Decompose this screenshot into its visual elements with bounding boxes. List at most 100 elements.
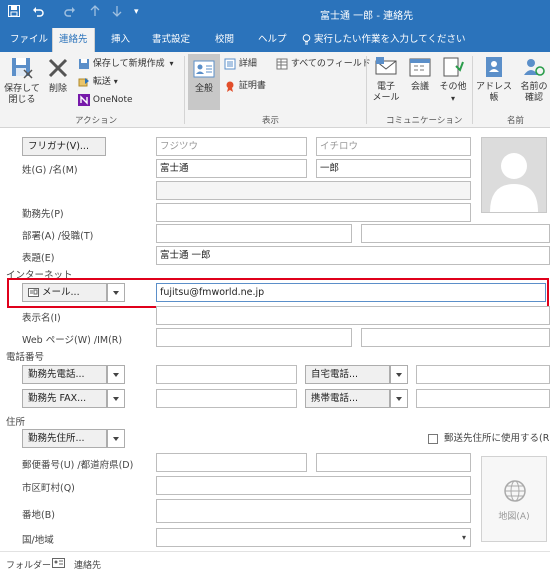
mailing-address-option[interactable]: 郵送先住所に使用する(R) (428, 430, 550, 444)
more-button[interactable]: その他▾ (438, 56, 468, 105)
department-field[interactable] (156, 224, 352, 243)
furigana-first-field[interactable]: イチロウ (316, 137, 471, 156)
furigana-button[interactable]: フリガナ(V)... (22, 137, 106, 156)
group-label-action: アクション (75, 116, 118, 126)
general-button[interactable]: 全般 (188, 54, 220, 110)
details-button[interactable]: 詳細 (224, 56, 257, 72)
onenote-button[interactable]: OneNote (78, 92, 133, 108)
file-as-label: 表題(E) (22, 253, 55, 264)
home-phone-button[interactable]: 自宅電話... (305, 365, 390, 384)
save-close-button[interactable]: 保存して 閉じる (4, 56, 40, 106)
web-page-field[interactable] (156, 328, 352, 347)
last-name-field[interactable]: 富士通 (156, 159, 307, 178)
street-label: 番地(B) (22, 510, 55, 521)
tab-review[interactable]: 校閲 (215, 28, 234, 52)
company-label: 勤務先(P) (22, 209, 64, 220)
mobile-phone-field[interactable] (416, 389, 550, 408)
save-icon[interactable] (8, 5, 20, 20)
job-title-field[interactable] (361, 224, 550, 243)
home-phone-field[interactable] (416, 365, 550, 384)
postal-code-field[interactable] (156, 453, 307, 472)
undo-icon[interactable] (32, 5, 44, 20)
redo-icon[interactable] (64, 5, 76, 20)
business-address-dropdown[interactable] (107, 429, 125, 448)
forward-button[interactable]: 転送 ▾ (78, 74, 118, 90)
tab-help[interactable]: ヘルプ (258, 28, 287, 52)
check-names-button[interactable]: 名前の 確認 (518, 56, 550, 104)
mobile-phone-dropdown[interactable] (390, 389, 408, 408)
save-close-icon (12, 58, 33, 79)
business-fax-dropdown[interactable] (107, 389, 125, 408)
folder-value: 連絡先 (74, 561, 102, 571)
country-select[interactable]: ▾ (156, 528, 471, 547)
map-button[interactable]: 地図(A) (481, 456, 547, 542)
certificates-button[interactable]: 証明書 (224, 78, 266, 94)
country-label: 国/地域 (22, 535, 54, 546)
address-book-button[interactable]: アドレス帳 (474, 56, 514, 104)
all-fields-button[interactable]: すべてのフィールド (276, 56, 371, 72)
all-fields-icon (276, 58, 288, 69)
down-icon[interactable] (112, 5, 122, 20)
business-address-button[interactable]: 勤務先住所... (22, 429, 107, 448)
check-names-icon (524, 59, 545, 76)
tab-contact[interactable]: 連絡先 (52, 28, 95, 52)
file-as-field[interactable]: 富士通 一郎 (156, 246, 550, 265)
company-field[interactable] (156, 203, 471, 222)
email-type-dropdown[interactable] (107, 283, 125, 302)
prefecture-field[interactable] (316, 453, 471, 472)
tell-me-text: 実行したい作業を入力してください (314, 34, 466, 45)
address-book-icon (486, 57, 502, 77)
email-button[interactable]: 電子 メール (370, 56, 402, 104)
group-label-names: 名前 (507, 116, 525, 126)
mobile-phone-button[interactable]: 携帯電話... (305, 389, 390, 408)
first-name-field[interactable]: 一郎 (316, 159, 471, 178)
more-icon (443, 57, 464, 77)
tab-insert[interactable]: 挿入 (111, 28, 130, 52)
folder-label: フォルダー (6, 561, 52, 571)
phone-section-label: 電話番号 (6, 352, 45, 363)
save-new-icon (79, 58, 89, 69)
dept-title-label: 部署(A) /役職(T) (22, 231, 94, 242)
home-phone-dropdown[interactable] (390, 365, 408, 384)
city-field[interactable] (156, 476, 471, 495)
meeting-icon (409, 58, 431, 77)
email-field[interactable]: fujitsu@fmworld.ne.jp (156, 283, 546, 302)
mailing-address-checkbox[interactable] (428, 433, 438, 444)
details-icon (224, 58, 236, 69)
globe-icon (504, 480, 526, 502)
business-phone-dropdown[interactable] (107, 365, 125, 384)
street-field[interactable] (156, 499, 471, 523)
contact-photo[interactable] (481, 137, 547, 213)
furigana-last-field[interactable]: フジツウ (156, 137, 307, 156)
display-as-label: 表示名(I) (22, 313, 61, 324)
certificate-icon (226, 81, 234, 92)
footer: フォルダー 連絡先 (0, 551, 550, 576)
meeting-button[interactable]: 会議 (404, 56, 436, 93)
lightbulb-icon (302, 34, 311, 45)
up-icon[interactable] (90, 5, 100, 20)
city-label: 市区町村(Q) (22, 483, 75, 494)
delete-button[interactable]: 削除 (44, 56, 72, 95)
business-phone-button[interactable]: 勤務先電話... (22, 365, 107, 384)
tell-me-box[interactable]: 実行したい作業を入力してください (302, 28, 465, 52)
customize-qat-icon[interactable]: ▾ (134, 7, 139, 17)
group-label-show: 表示 (262, 116, 280, 126)
save-new-button[interactable]: 保存して新規作成 ▾ (78, 56, 174, 72)
display-as-field[interactable] (156, 306, 550, 325)
map-label: 地図(A) (498, 512, 530, 522)
tab-format[interactable]: 書式設定 (152, 28, 190, 52)
forward-icon (78, 77, 89, 86)
name-reading-field[interactable] (156, 181, 471, 200)
tab-file[interactable]: ファイル (10, 28, 48, 52)
contact-card-small-icon (52, 558, 65, 568)
title-bar: ▾ 富士通 一郎 - 連絡先 (0, 0, 550, 28)
business-fax-field[interactable] (156, 389, 297, 408)
postal-prefecture-label: 郵便番号(U) /都道府県(D) (22, 460, 134, 471)
business-fax-button[interactable]: 勤務先 FAX... (22, 389, 107, 408)
im-address-field[interactable] (361, 328, 550, 347)
email-card-icon (28, 288, 39, 297)
email-select-button[interactable]: メール... (22, 283, 107, 302)
address-section-label: 住所 (6, 417, 26, 428)
business-phone-field[interactable] (156, 365, 297, 384)
delete-icon (48, 58, 68, 78)
